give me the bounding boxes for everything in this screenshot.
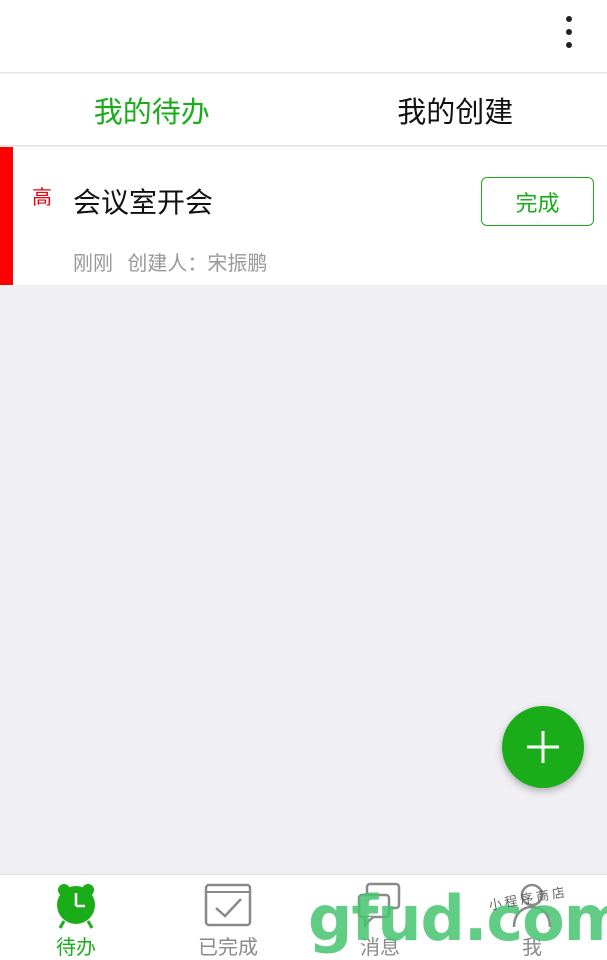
nav-item-messages[interactable]: 消息 <box>304 875 456 960</box>
task-meta: 刚刚 创建人：宋振鹏 <box>73 247 267 276</box>
more-options-icon[interactable] <box>557 14 581 50</box>
priority-label: 高 <box>32 185 52 209</box>
person-icon <box>512 883 552 928</box>
task-creator: 创建人：宋振鹏 <box>127 251 268 275</box>
task-item[interactable]: 高 会议室开会 刚刚 创建人：宋振鹏 完成 <box>0 147 607 285</box>
nav-label-messages: 消息 <box>360 935 400 959</box>
nav-item-completed[interactable]: 已完成 <box>152 875 304 960</box>
bottom-nav: 待办 已完成 消息 我 <box>0 874 607 960</box>
nav-label-me: 我 <box>522 935 542 959</box>
tab-my-todos[interactable]: 我的待办 <box>0 74 304 145</box>
task-title: 会议室开会 <box>73 186 214 219</box>
checkbox-icon <box>204 883 252 927</box>
chat-bubbles-icon <box>357 882 401 929</box>
top-bar <box>0 0 607 73</box>
tab-bar: 我的待办 我的创建 <box>0 74 607 146</box>
tab-my-created[interactable]: 我的创建 <box>304 74 607 145</box>
nav-label-todo: 待办 <box>56 935 96 959</box>
add-task-button[interactable] <box>502 706 584 788</box>
plus-icon <box>527 731 559 763</box>
priority-indicator <box>0 147 13 285</box>
alarm-clock-icon <box>57 884 95 929</box>
nav-item-todo[interactable]: 待办 <box>0 875 152 960</box>
complete-button[interactable]: 完成 <box>481 177 594 226</box>
task-time: 刚刚 <box>73 251 113 275</box>
nav-label-completed: 已完成 <box>198 935 258 959</box>
nav-item-me[interactable]: 我 <box>456 875 607 960</box>
